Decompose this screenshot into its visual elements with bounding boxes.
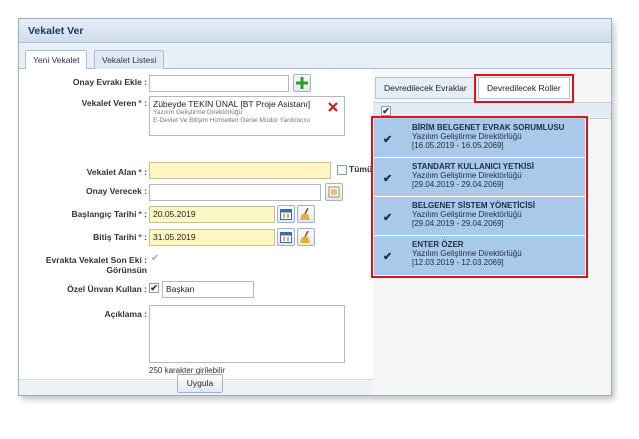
vekalet-alan-label: Vekalet Alan * :: [86, 167, 147, 177]
onay-evraki-label: Onay Evrakı Ekle :: [72, 77, 147, 87]
form-panel: Onay Evrakı Ekle : Vekalet Veren * : Zübe…: [19, 69, 373, 395]
add-document-button[interactable]: [293, 74, 311, 92]
vekalet-veren-label: Vekalet Veren * :: [81, 98, 147, 108]
vekalet-veren-org: E-Devlet Ve Bilişim Hizmetleri Genel Müd…: [153, 117, 311, 124]
roles-highlight: [371, 116, 588, 278]
uygula-button[interactable]: Uygula: [177, 374, 223, 393]
broom-icon: [300, 230, 310, 243]
ozel-unvan-checkbox[interactable]: ✔: [149, 283, 159, 293]
aciklama-textarea[interactable]: [149, 305, 345, 363]
active-tab-highlight: [474, 74, 574, 103]
onay-verecek-input[interactable]: [149, 184, 321, 201]
list-select-icon: [328, 186, 340, 198]
onay-evraki-field[interactable]: [149, 75, 289, 92]
vekalet-alan-input[interactable]: [149, 162, 331, 179]
vekalet-veren-dept: Yazılım Geliştirme Direktörlüğü: [153, 109, 243, 116]
baslangic-tarihi-input[interactable]: 20.05.2019: [149, 206, 275, 223]
baslangic-tarihi-label: Başlangıç Tarihi * :: [71, 209, 147, 219]
ozel-unvan-input[interactable]: Başkan: [162, 281, 254, 298]
tumu-checkbox[interactable]: [337, 165, 347, 175]
evrakta-son-ek-checkbox[interactable]: ✔: [150, 254, 160, 265]
evrakta-son-ek-label: Evrakta Vekalet Son Eki : Görünsün: [45, 255, 147, 275]
tab-bar: Yeni Vekalet Vekalet Listesi: [19, 43, 611, 70]
plus-icon: [296, 77, 308, 89]
bitis-tarihi-input[interactable]: 31.05.2019: [149, 229, 275, 246]
remove-icon[interactable]: [328, 102, 338, 112]
calendar-icon: [280, 209, 292, 220]
select-approver-button[interactable]: [325, 183, 343, 201]
window-title: Vekalet Ver: [19, 19, 611, 43]
baslangic-clear-button[interactable]: [297, 205, 315, 223]
bitis-tarihi-label: Bitiş Tarihi * :: [93, 232, 147, 242]
tab-vekalet-listesi[interactable]: Vekalet Listesi: [94, 50, 165, 69]
bitis-calendar-button[interactable]: [277, 228, 295, 246]
vekalet-veren-box[interactable]: Zübeyde TEKİN ÜNAL [BT Proje Asistanı] Y…: [149, 96, 345, 136]
tab-devredilecek-evraklar[interactable]: Devredilecek Evraklar: [375, 77, 476, 99]
select-all-checkbox[interactable]: ✔: [381, 106, 391, 116]
calendar-icon: [280, 232, 292, 243]
vekalet-veren-name: Zübeyde TEKİN ÜNAL [BT Proje Asistanı]: [153, 99, 311, 109]
broom-icon: [300, 207, 310, 220]
baslangic-calendar-button[interactable]: [277, 205, 295, 223]
tumu-label: Tümü: [349, 164, 373, 174]
ozel-unvan-label: Özel Ünvan Kullan :: [67, 284, 147, 294]
aciklama-label: Açıklama :: [104, 309, 147, 319]
bitis-clear-button[interactable]: [297, 228, 315, 246]
tab-yeni-vekalet[interactable]: Yeni Vekalet: [25, 50, 88, 70]
onay-verecek-label: Onay Verecek :: [86, 186, 147, 196]
